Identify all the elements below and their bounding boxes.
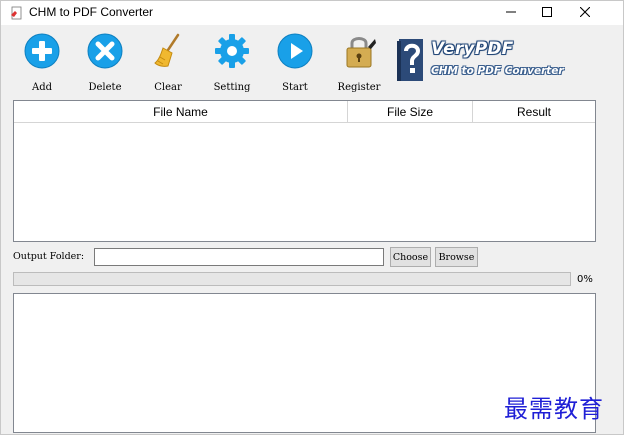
progress-percent: 0% xyxy=(577,274,593,285)
progress-bar xyxy=(13,272,571,286)
watermark-text: 最需教育 xyxy=(504,395,604,423)
start-label: Start xyxy=(282,82,308,93)
clear-button[interactable]: Clear xyxy=(140,33,196,95)
minimize-icon xyxy=(506,6,516,20)
title-bar: CHM to PDF Converter xyxy=(1,1,623,25)
output-folder-label: Output Folder: xyxy=(13,251,85,262)
gear-icon xyxy=(214,33,250,72)
clear-label: Clear xyxy=(154,82,182,93)
start-button[interactable]: Start xyxy=(267,33,323,95)
app-icon xyxy=(9,6,23,20)
register-button[interactable]: Register xyxy=(331,33,387,95)
brand-product: CHM to PDF Converter xyxy=(431,65,564,77)
window-title: CHM to PDF Converter xyxy=(29,5,154,19)
add-icon xyxy=(24,33,60,72)
close-button[interactable] xyxy=(565,1,605,25)
delete-icon xyxy=(87,33,123,72)
delete-button[interactable]: Delete xyxy=(77,33,133,95)
setting-button[interactable]: Setting xyxy=(204,33,260,95)
brand-name: VeryPDF xyxy=(431,39,514,59)
add-label: Add xyxy=(31,82,53,93)
output-folder-input[interactable] xyxy=(94,248,384,266)
column-file-size[interactable]: File Size xyxy=(348,101,473,122)
choose-button[interactable]: Choose xyxy=(390,247,431,267)
add-button[interactable]: Add xyxy=(14,33,70,95)
app-window: CHM to PDF Converter Add Delete Clear Se… xyxy=(0,0,624,435)
delete-label: Delete xyxy=(88,82,122,93)
maximize-button[interactable] xyxy=(527,1,567,25)
close-icon xyxy=(579,6,591,20)
table-header: File Name File Size Result xyxy=(14,101,595,123)
column-result[interactable]: Result xyxy=(473,101,595,122)
maximize-icon xyxy=(542,6,552,20)
broom-icon xyxy=(150,33,186,72)
toolbar: Add Delete Clear Setting Start Register … xyxy=(1,25,623,97)
help-book-icon xyxy=(397,37,427,83)
brand-logo: VeryPDF CHM to PDF Converter xyxy=(397,35,567,89)
column-file-name[interactable]: File Name xyxy=(14,101,348,122)
file-list-table[interactable]: File Name File Size Result xyxy=(13,100,596,242)
padlock-icon xyxy=(341,33,377,72)
setting-label: Setting xyxy=(213,82,251,93)
minimize-button[interactable] xyxy=(491,1,531,25)
browse-button[interactable]: Browse xyxy=(435,247,478,267)
register-label: Register xyxy=(337,82,381,93)
play-icon xyxy=(277,33,313,72)
